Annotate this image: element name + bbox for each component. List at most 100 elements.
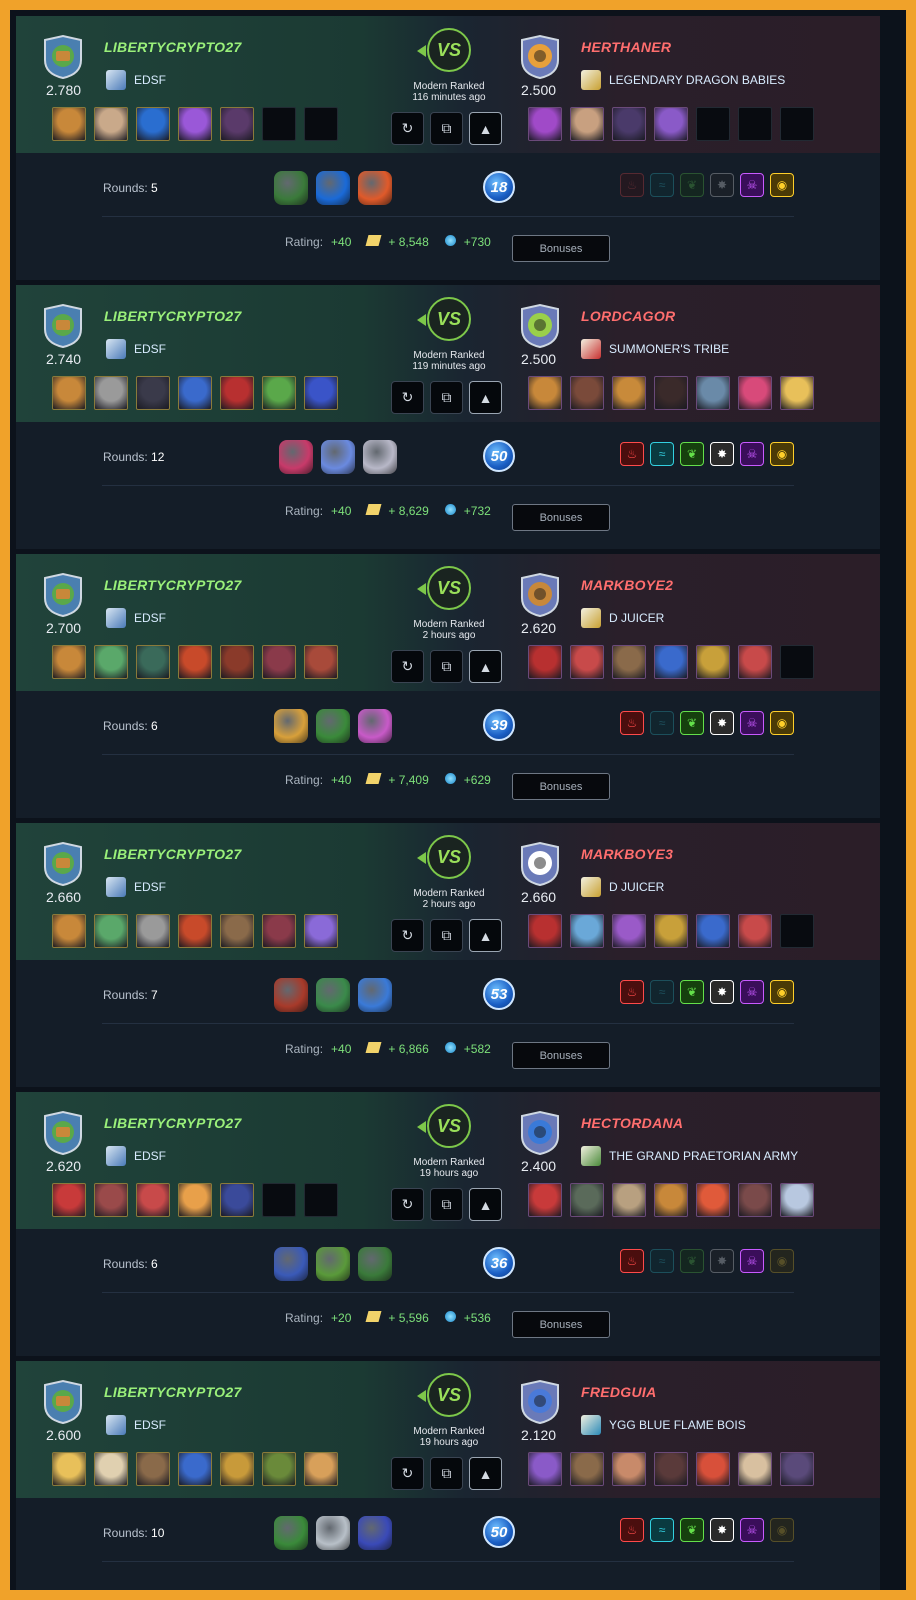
monster-card-icon[interactable] xyxy=(696,645,730,679)
ruleset-icon[interactable] xyxy=(358,171,392,205)
player-guild[interactable]: EDSF xyxy=(106,1146,166,1166)
player-guild[interactable]: EDSF xyxy=(106,339,166,359)
monster-card-icon[interactable] xyxy=(304,645,338,679)
monster-card-icon[interactable] xyxy=(780,376,814,410)
player-name[interactable]: LIBERTYCRYPTO27 xyxy=(104,1115,242,1131)
replay-button[interactable]: ↻ xyxy=(391,650,424,683)
player-avatar[interactable] xyxy=(41,841,85,887)
monster-card-icon[interactable] xyxy=(262,376,296,410)
copy-button[interactable]: ⧉ xyxy=(430,650,463,683)
monster-card-icon[interactable] xyxy=(136,1183,170,1217)
ruleset-icon[interactable] xyxy=(316,1247,350,1281)
monster-card-icon[interactable] xyxy=(738,1452,772,1486)
monster-card-icon[interactable] xyxy=(612,1183,646,1217)
monster-card-icon[interactable] xyxy=(780,1452,814,1486)
monster-card-icon[interactable] xyxy=(220,645,254,679)
monster-card-icon[interactable] xyxy=(528,914,562,948)
player-avatar[interactable] xyxy=(41,303,85,349)
ruleset-icon[interactable] xyxy=(363,440,397,474)
ruleset-icon[interactable] xyxy=(279,440,313,474)
opponent-avatar[interactable] xyxy=(518,34,562,80)
monster-card-icon[interactable] xyxy=(654,914,688,948)
player-avatar[interactable] xyxy=(41,1110,85,1156)
bonuses-button[interactable]: Bonuses xyxy=(512,1311,610,1338)
player-avatar[interactable] xyxy=(41,572,85,618)
monster-card-icon[interactable] xyxy=(94,1452,128,1486)
monster-card-icon[interactable] xyxy=(178,376,212,410)
monster-card-icon[interactable] xyxy=(262,1452,296,1486)
opponent-name[interactable]: HECTORDANA xyxy=(581,1115,683,1131)
monster-card-icon[interactable] xyxy=(528,376,562,410)
ruleset-icon[interactable] xyxy=(274,1247,308,1281)
monster-card-icon[interactable] xyxy=(570,645,604,679)
replay-button[interactable]: ↻ xyxy=(391,112,424,145)
monster-card-icon[interactable] xyxy=(304,376,338,410)
monster-card-icon[interactable] xyxy=(780,1183,814,1217)
copy-button[interactable]: ⧉ xyxy=(430,1457,463,1490)
opponent-guild[interactable]: YGG BLUE FLAME BOIS xyxy=(581,1415,746,1435)
monster-card-icon[interactable] xyxy=(612,645,646,679)
ruleset-icon[interactable] xyxy=(316,1516,350,1550)
monster-card-icon[interactable] xyxy=(52,914,86,948)
ruleset-icon[interactable] xyxy=(321,440,355,474)
ruleset-icon[interactable] xyxy=(316,171,350,205)
monster-card-icon[interactable] xyxy=(178,645,212,679)
monster-card-icon[interactable] xyxy=(94,107,128,141)
player-avatar[interactable] xyxy=(41,1379,85,1425)
monster-card-icon[interactable] xyxy=(94,914,128,948)
monster-card-icon[interactable] xyxy=(570,376,604,410)
monster-card-icon[interactable] xyxy=(612,376,646,410)
ruleset-icon[interactable] xyxy=(316,709,350,743)
monster-card-icon[interactable] xyxy=(136,645,170,679)
player-name[interactable]: LIBERTYCRYPTO27 xyxy=(104,577,242,593)
monster-card-icon[interactable] xyxy=(696,1183,730,1217)
collapse-button[interactable]: ▲ xyxy=(469,919,502,952)
monster-card-icon[interactable] xyxy=(136,1452,170,1486)
player-name[interactable]: LIBERTYCRYPTO27 xyxy=(104,846,242,862)
collapse-button[interactable]: ▲ xyxy=(469,1457,502,1490)
monster-card-icon[interactable] xyxy=(696,914,730,948)
opponent-guild[interactable]: D JUICER xyxy=(581,608,664,628)
monster-card-icon[interactable] xyxy=(738,914,772,948)
replay-button[interactable]: ↻ xyxy=(391,1188,424,1221)
monster-card-icon[interactable] xyxy=(612,107,646,141)
player-guild[interactable]: EDSF xyxy=(106,877,166,897)
opponent-avatar[interactable] xyxy=(518,1379,562,1425)
player-name[interactable]: LIBERTYCRYPTO27 xyxy=(104,308,242,324)
monster-card-icon[interactable] xyxy=(178,1452,212,1486)
monster-card-icon[interactable] xyxy=(220,376,254,410)
monster-card-icon[interactable] xyxy=(570,1452,604,1486)
monster-card-icon[interactable] xyxy=(178,914,212,948)
copy-button[interactable]: ⧉ xyxy=(430,112,463,145)
ruleset-icon[interactable] xyxy=(316,978,350,1012)
monster-card-icon[interactable] xyxy=(220,1452,254,1486)
player-guild[interactable]: EDSF xyxy=(106,70,166,90)
replay-button[interactable]: ↻ xyxy=(391,1457,424,1490)
monster-card-icon[interactable] xyxy=(738,645,772,679)
opponent-guild[interactable]: SUMMONER'S TRIBE xyxy=(581,339,729,359)
monster-card-icon[interactable] xyxy=(52,107,86,141)
copy-button[interactable]: ⧉ xyxy=(430,919,463,952)
bonuses-button[interactable]: Bonuses xyxy=(512,504,610,531)
monster-card-icon[interactable] xyxy=(52,1452,86,1486)
monster-card-icon[interactable] xyxy=(654,107,688,141)
player-guild[interactable]: EDSF xyxy=(106,608,166,628)
opponent-guild[interactable]: D JUICER xyxy=(581,877,664,897)
player-guild[interactable]: EDSF xyxy=(106,1415,166,1435)
monster-card-icon[interactable] xyxy=(178,1183,212,1217)
monster-card-icon[interactable] xyxy=(528,107,562,141)
monster-card-icon[interactable] xyxy=(220,1183,254,1217)
ruleset-icon[interactable] xyxy=(358,1247,392,1281)
monster-card-icon[interactable] xyxy=(304,914,338,948)
ruleset-icon[interactable] xyxy=(274,1516,308,1550)
opponent-guild[interactable]: LEGENDARY DRAGON BABIES xyxy=(581,70,785,90)
monster-card-icon[interactable] xyxy=(654,1452,688,1486)
copy-button[interactable]: ⧉ xyxy=(430,1188,463,1221)
monster-card-icon[interactable] xyxy=(654,645,688,679)
bonuses-button[interactable]: Bonuses xyxy=(512,1042,610,1069)
monster-card-icon[interactable] xyxy=(738,376,772,410)
monster-card-icon[interactable] xyxy=(528,1452,562,1486)
player-avatar[interactable] xyxy=(41,34,85,80)
opponent-guild[interactable]: THE GRAND PRAETORIAN ARMY xyxy=(581,1146,798,1166)
bonuses-button[interactable]: Bonuses xyxy=(512,235,610,262)
